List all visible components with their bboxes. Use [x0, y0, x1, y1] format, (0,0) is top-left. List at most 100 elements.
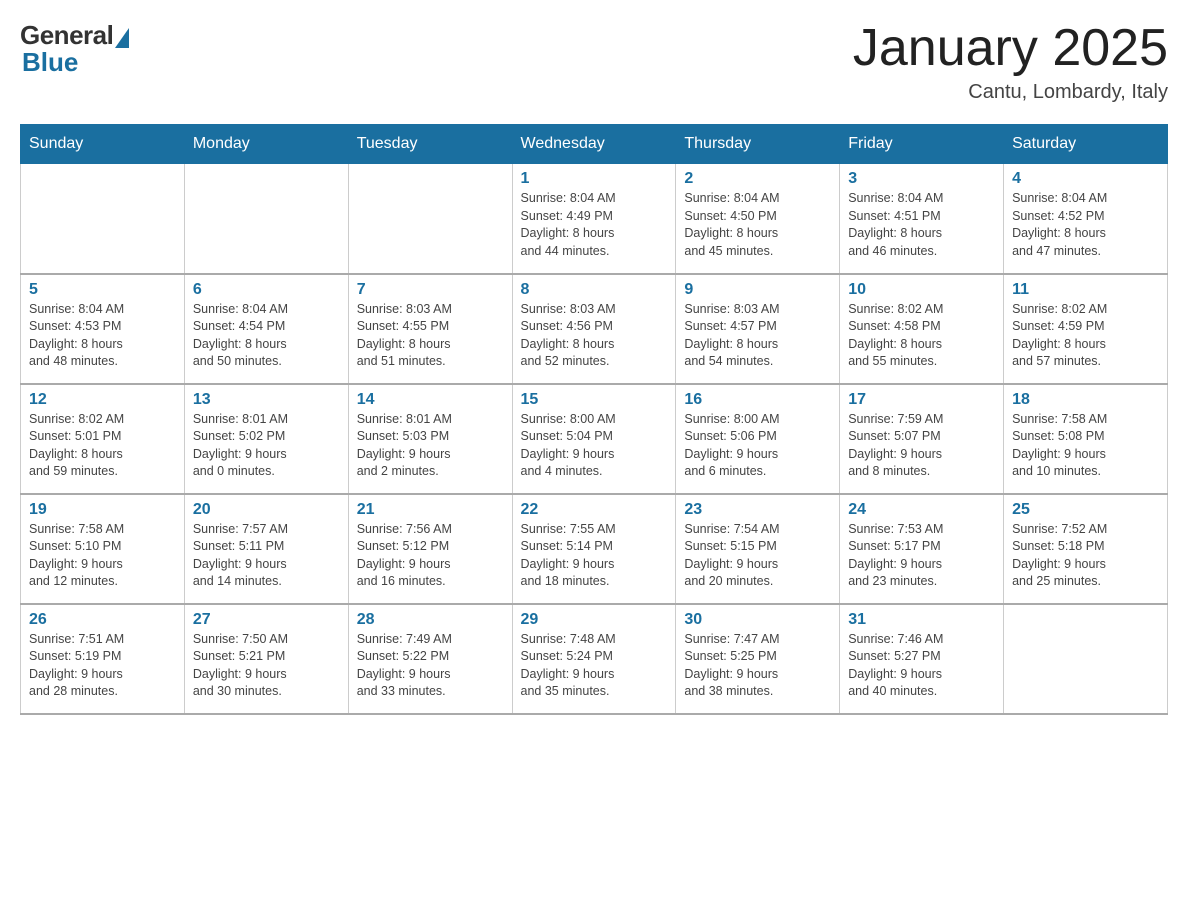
day-number: 18: [1012, 391, 1159, 409]
logo-triangle-icon: [115, 28, 129, 48]
day-info: Sunrise: 8:02 AM Sunset: 5:01 PM Dayligh…: [29, 411, 176, 481]
day-info: Sunrise: 8:01 AM Sunset: 5:02 PM Dayligh…: [193, 411, 340, 481]
day-number: 12: [29, 391, 176, 409]
day-number: 4: [1012, 170, 1159, 188]
day-info: Sunrise: 8:03 AM Sunset: 4:55 PM Dayligh…: [357, 301, 504, 371]
day-number: 27: [193, 611, 340, 629]
day-info: Sunrise: 7:54 AM Sunset: 5:15 PM Dayligh…: [684, 521, 831, 591]
calendar-cell: 24Sunrise: 7:53 AM Sunset: 5:17 PM Dayli…: [840, 494, 1004, 604]
calendar-header: SundayMondayTuesdayWednesdayThursdayFrid…: [21, 125, 1168, 164]
calendar-cell: 27Sunrise: 7:50 AM Sunset: 5:21 PM Dayli…: [184, 604, 348, 714]
header-wednesday: Wednesday: [512, 125, 676, 164]
calendar-cell: 7 Sunrise: 8:03 AM Sunset: 4:55 PM Daylig…: [348, 274, 512, 384]
day-info: Sunrise: 8:03 AM Sunset: 4:56 PM Dayligh…: [521, 301, 668, 371]
day-number: 25: [1012, 501, 1159, 519]
calendar-cell: 23 Sunrise: 7:54 AM Sunset: 5:15 PM Dayli…: [676, 494, 840, 604]
day-number: 8: [521, 281, 668, 299]
location: Cantu, Lombardy, Italy: [853, 81, 1168, 104]
calendar-cell: 18 Sunrise: 7:58 AM Sunset: 5:08 PM Dayli…: [1004, 384, 1168, 494]
calendar-cell: [1004, 604, 1168, 714]
day-info: Sunrise: 7:58 AM Sunset: 5:08 PM Dayligh…: [1012, 411, 1159, 481]
calendar-cell: 2 Sunrise: 8:04 AM Sunset: 4:50 PM Daylig…: [676, 164, 840, 274]
day-info: Sunrise: 7:58 AM Sunset: 5:10 PM Dayligh…: [29, 521, 176, 591]
day-number: 3: [848, 170, 995, 188]
week-row-4: 19 Sunrise: 7:58 AM Sunset: 5:10 PM Dayli…: [21, 494, 1168, 604]
day-number: 23: [684, 501, 831, 519]
calendar-cell: 26Sunrise: 7:51 AM Sunset: 5:19 PM Dayli…: [21, 604, 185, 714]
calendar-cell: 15Sunrise: 8:00 AM Sunset: 5:04 PM Dayli…: [512, 384, 676, 494]
day-info: Sunrise: 8:01 AM Sunset: 5:03 PM Dayligh…: [357, 411, 504, 481]
day-info: Sunrise: 8:04 AM Sunset: 4:53 PM Dayligh…: [29, 301, 176, 371]
day-number: 11: [1012, 281, 1159, 299]
calendar-cell: 19 Sunrise: 7:58 AM Sunset: 5:10 PM Dayli…: [21, 494, 185, 604]
day-number: 14: [357, 391, 504, 409]
logo: General Blue: [20, 20, 129, 78]
day-number: 16: [684, 391, 831, 409]
day-info: Sunrise: 8:04 AM Sunset: 4:50 PM Dayligh…: [684, 190, 831, 260]
day-number: 6: [193, 281, 340, 299]
day-info: Sunrise: 8:00 AM Sunset: 5:06 PM Dayligh…: [684, 411, 831, 481]
logo-blue-text: Blue: [20, 47, 78, 78]
day-info: Sunrise: 7:53 AM Sunset: 5:17 PM Dayligh…: [848, 521, 995, 591]
calendar-cell: 14 Sunrise: 8:01 AM Sunset: 5:03 PM Dayli…: [348, 384, 512, 494]
day-number: 19: [29, 501, 176, 519]
day-info: Sunrise: 8:04 AM Sunset: 4:54 PM Dayligh…: [193, 301, 340, 371]
week-row-2: 5Sunrise: 8:04 AM Sunset: 4:53 PM Daylig…: [21, 274, 1168, 384]
day-number: 13: [193, 391, 340, 409]
page-header: General Blue January 2025 Cantu, Lombard…: [20, 20, 1168, 104]
day-info: Sunrise: 7:47 AM Sunset: 5:25 PM Dayligh…: [684, 631, 831, 701]
day-info: Sunrise: 7:52 AM Sunset: 5:18 PM Dayligh…: [1012, 521, 1159, 591]
title-area: January 2025 Cantu, Lombardy, Italy: [853, 20, 1168, 104]
day-number: 30: [684, 611, 831, 629]
day-number: 17: [848, 391, 995, 409]
day-number: 29: [521, 611, 668, 629]
day-number: 22: [521, 501, 668, 519]
day-info: Sunrise: 8:04 AM Sunset: 4:51 PM Dayligh…: [848, 190, 995, 260]
calendar-cell: 22Sunrise: 7:55 AM Sunset: 5:14 PM Dayli…: [512, 494, 676, 604]
day-info: Sunrise: 7:59 AM Sunset: 5:07 PM Dayligh…: [848, 411, 995, 481]
header-tuesday: Tuesday: [348, 125, 512, 164]
calendar-cell: 16 Sunrise: 8:00 AM Sunset: 5:06 PM Dayli…: [676, 384, 840, 494]
day-number: 28: [357, 611, 504, 629]
calendar-cell: 20Sunrise: 7:57 AM Sunset: 5:11 PM Dayli…: [184, 494, 348, 604]
calendar-cell: 29 Sunrise: 7:48 AM Sunset: 5:24 PM Dayli…: [512, 604, 676, 714]
day-info: Sunrise: 8:02 AM Sunset: 4:58 PM Dayligh…: [848, 301, 995, 371]
day-info: Sunrise: 7:48 AM Sunset: 5:24 PM Dayligh…: [521, 631, 668, 701]
calendar-cell: 28Sunrise: 7:49 AM Sunset: 5:22 PM Dayli…: [348, 604, 512, 714]
day-info: Sunrise: 8:02 AM Sunset: 4:59 PM Dayligh…: [1012, 301, 1159, 371]
calendar-cell: 31 Sunrise: 7:46 AM Sunset: 5:27 PM Dayli…: [840, 604, 1004, 714]
calendar-cell: [348, 164, 512, 274]
day-number: 10: [848, 281, 995, 299]
calendar-cell: 12 Sunrise: 8:02 AM Sunset: 5:01 PM Dayli…: [21, 384, 185, 494]
day-number: 9: [684, 281, 831, 299]
header-thursday: Thursday: [676, 125, 840, 164]
header-friday: Friday: [840, 125, 1004, 164]
header-sunday: Sunday: [21, 125, 185, 164]
week-row-5: 26Sunrise: 7:51 AM Sunset: 5:19 PM Dayli…: [21, 604, 1168, 714]
calendar-cell: 13 Sunrise: 8:01 AM Sunset: 5:02 PM Dayli…: [184, 384, 348, 494]
calendar-cell: 8 Sunrise: 8:03 AM Sunset: 4:56 PM Daylig…: [512, 274, 676, 384]
calendar-cell: 30 Sunrise: 7:47 AM Sunset: 5:25 PM Dayli…: [676, 604, 840, 714]
day-number: 26: [29, 611, 176, 629]
calendar-cell: 17 Sunrise: 7:59 AM Sunset: 5:07 PM Dayli…: [840, 384, 1004, 494]
day-number: 20: [193, 501, 340, 519]
day-number: 31: [848, 611, 995, 629]
day-info: Sunrise: 7:46 AM Sunset: 5:27 PM Dayligh…: [848, 631, 995, 701]
calendar-cell: 4Sunrise: 8:04 AM Sunset: 4:52 PM Daylig…: [1004, 164, 1168, 274]
day-number: 1: [521, 170, 668, 188]
week-row-3: 12 Sunrise: 8:02 AM Sunset: 5:01 PM Dayli…: [21, 384, 1168, 494]
day-info: Sunrise: 8:04 AM Sunset: 4:49 PM Dayligh…: [521, 190, 668, 260]
calendar-cell: 21Sunrise: 7:56 AM Sunset: 5:12 PM Dayli…: [348, 494, 512, 604]
week-row-1: 1 Sunrise: 8:04 AM Sunset: 4:49 PM Daylig…: [21, 164, 1168, 274]
calendar-table: SundayMondayTuesdayWednesdayThursdayFrid…: [20, 124, 1168, 715]
calendar-cell: 11 Sunrise: 8:02 AM Sunset: 4:59 PM Dayli…: [1004, 274, 1168, 384]
month-title: January 2025: [853, 20, 1168, 77]
days-of-week-row: SundayMondayTuesdayWednesdayThursdayFrid…: [21, 125, 1168, 164]
day-number: 2: [684, 170, 831, 188]
day-number: 7: [357, 281, 504, 299]
calendar-body: 1 Sunrise: 8:04 AM Sunset: 4:49 PM Daylig…: [21, 164, 1168, 714]
calendar-cell: 10 Sunrise: 8:02 AM Sunset: 4:58 PM Dayli…: [840, 274, 1004, 384]
day-info: Sunrise: 8:03 AM Sunset: 4:57 PM Dayligh…: [684, 301, 831, 371]
calendar-cell: 3 Sunrise: 8:04 AM Sunset: 4:51 PM Daylig…: [840, 164, 1004, 274]
day-info: Sunrise: 8:00 AM Sunset: 5:04 PM Dayligh…: [521, 411, 668, 481]
